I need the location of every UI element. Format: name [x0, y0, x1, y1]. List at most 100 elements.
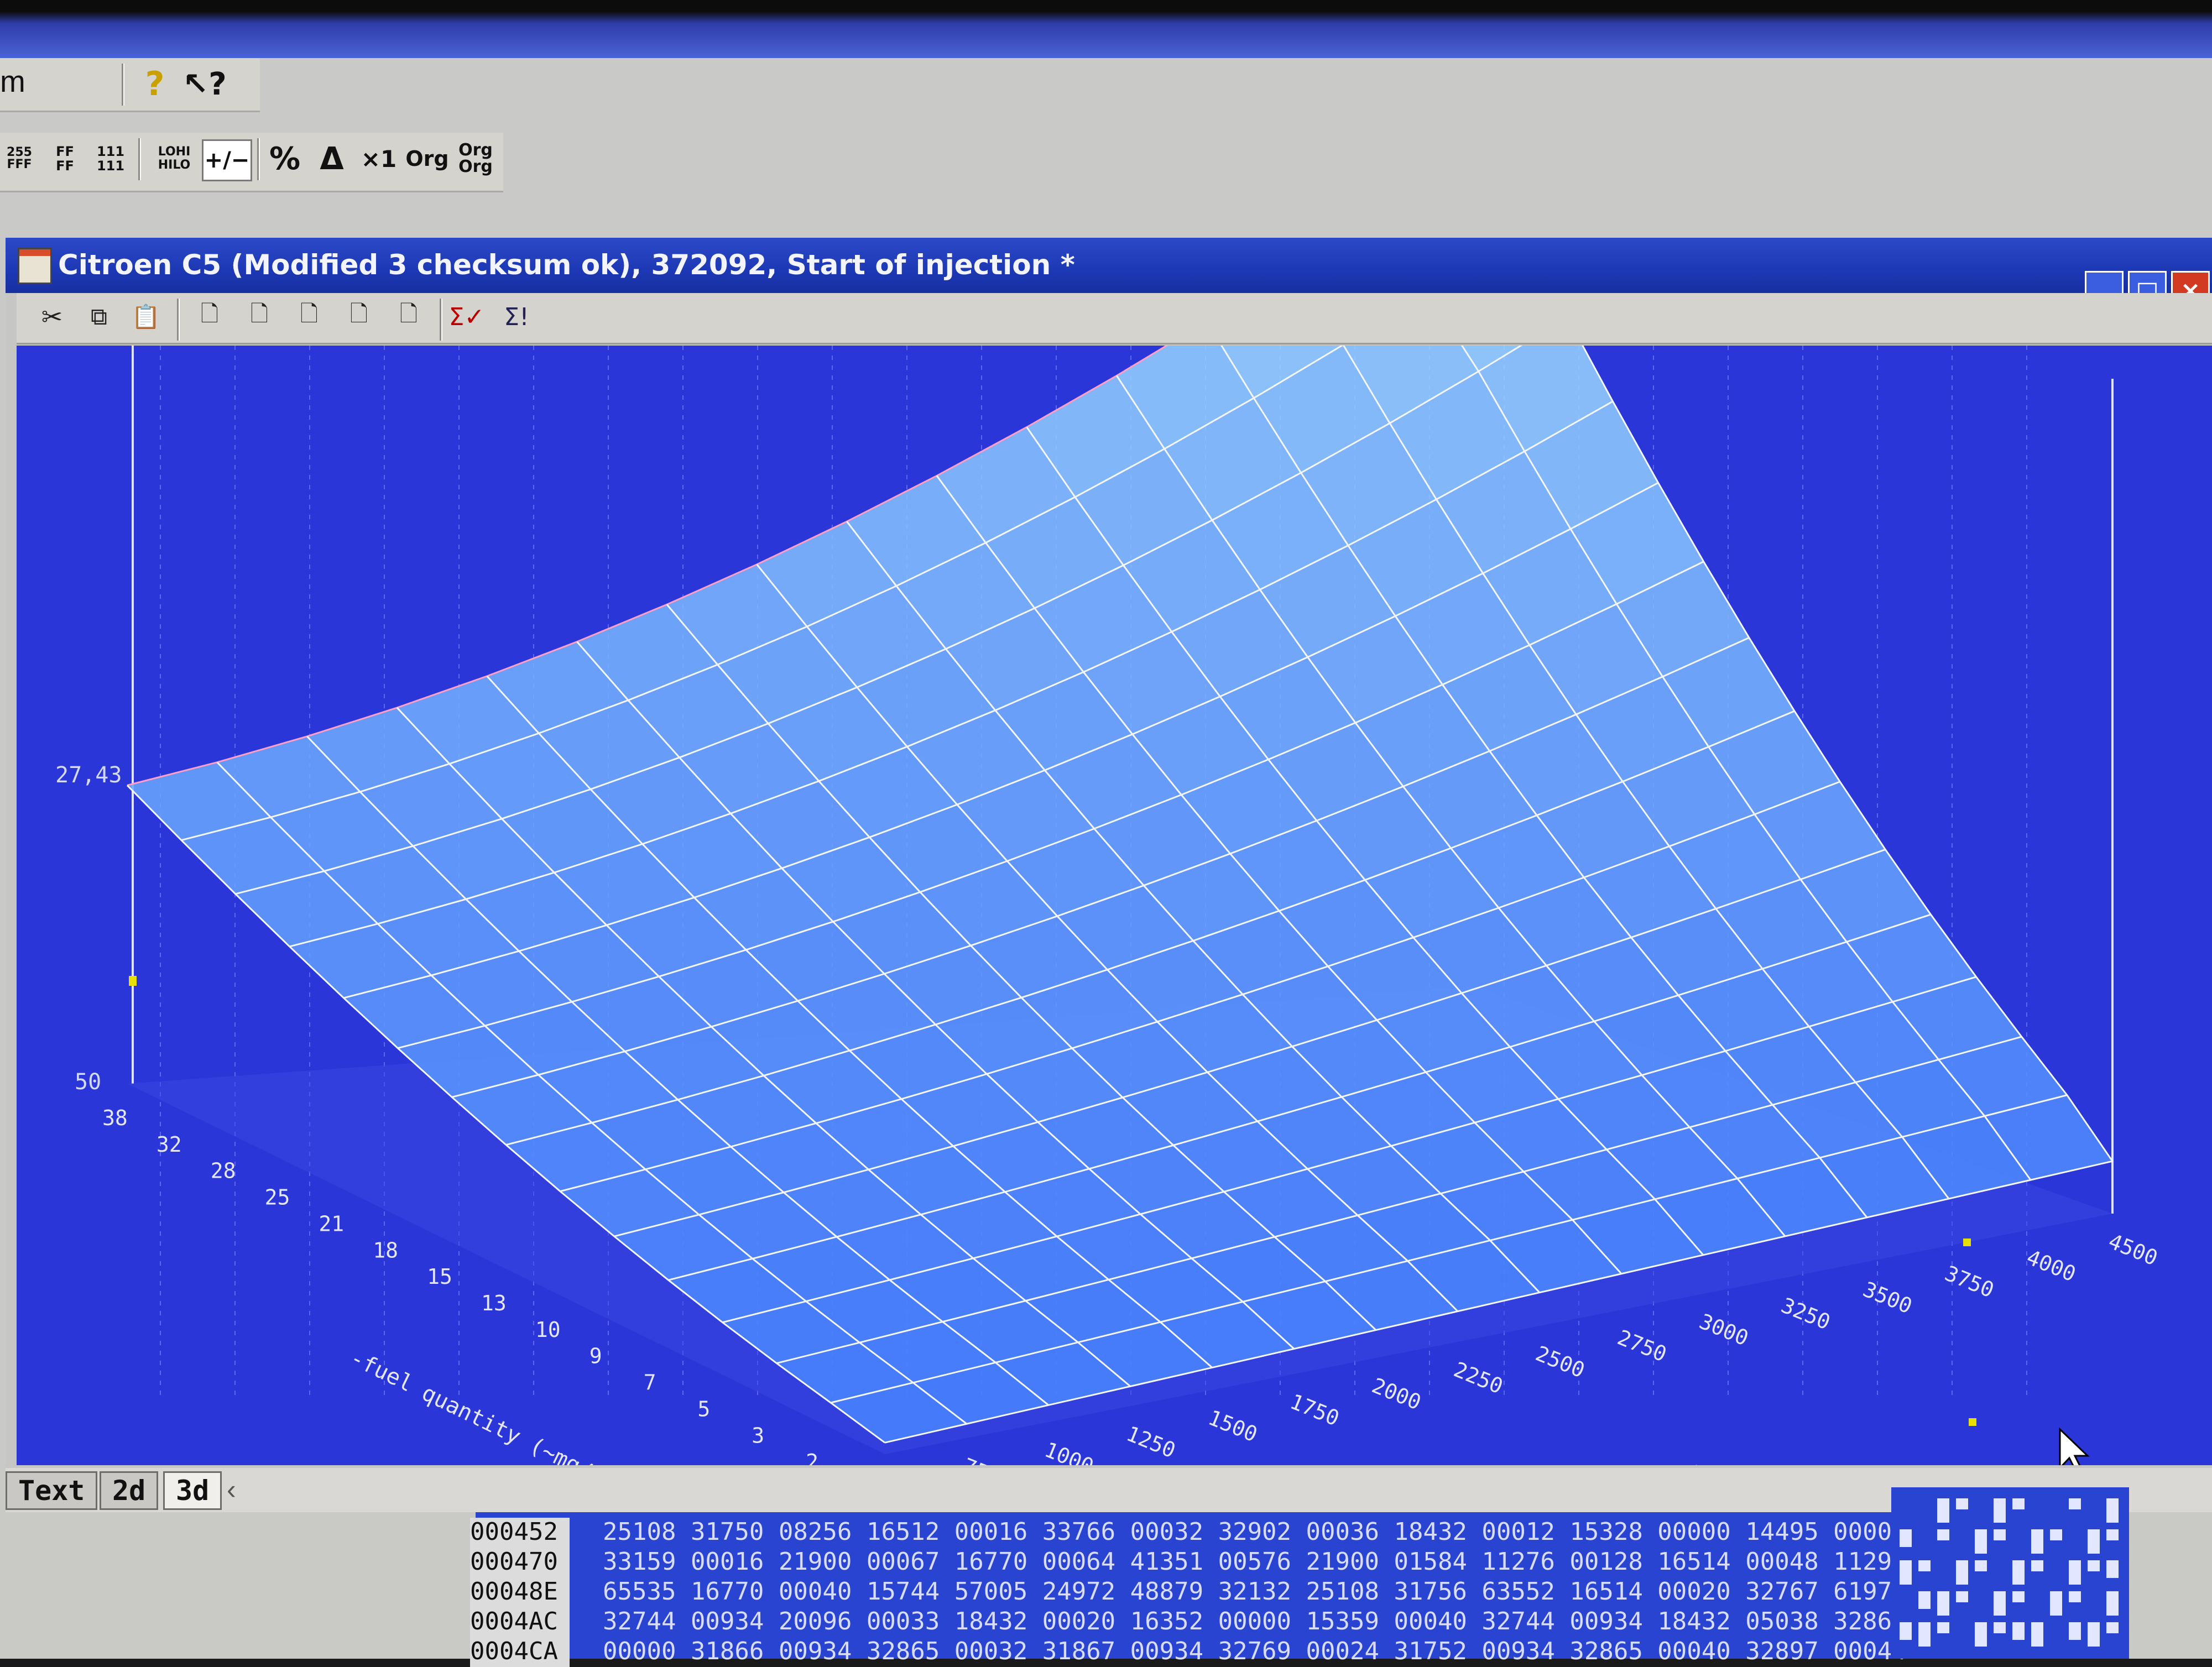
y-tick-label: 4000 [2023, 1245, 2079, 1287]
insert-icon[interactable]: 🗋 [390, 299, 427, 335]
import-icon[interactable]: 🗋 [191, 299, 228, 335]
checksum-run-icon[interactable]: Σ! [498, 299, 535, 335]
minimap-block [2050, 1529, 2062, 1540]
minimap-block [1956, 1591, 1968, 1602]
toolbar-separator [177, 299, 180, 341]
toolbar-separator [122, 64, 124, 106]
x-tick-label: 25 [265, 1185, 290, 1210]
org-button[interactable]: Org [405, 139, 448, 178]
hex-values[interactable]: 33159 00016 21900 00067 16770 00064 4135… [603, 1548, 1907, 1577]
z-max-label: 27,43 [55, 762, 122, 788]
map-window: Citroen C5 (Modified 3 checksum ok), 372… [6, 238, 2212, 1659]
paste-icon[interactable]: 📋 [127, 299, 165, 335]
y-tick-label: 3750 [1942, 1261, 1997, 1303]
y-tick-label: 3500 [1860, 1277, 1916, 1319]
minimap-block [2012, 1591, 2025, 1602]
y-tick-label: 750 [959, 1454, 1004, 1465]
minimap-block [1918, 1591, 1931, 1609]
surface-chart-area[interactable]: 27,43 50 383228252118151310975320 600750… [17, 346, 2212, 1465]
export-minus-icon[interactable]: 🗋 [241, 299, 278, 335]
copy-icon[interactable]: ⧉ [80, 299, 118, 335]
minimap-block [1975, 1622, 1987, 1647]
hex-address[interactable]: 000470 [470, 1548, 570, 1577]
y-tick-label: 3000 [1696, 1309, 1752, 1351]
y-axis-label: -Engine speed (~rpm) [1448, 1460, 1710, 1465]
map-window-toolbar: ✂ ⧉ 📋 🗋 🗋 🗋 🗋 🗋 Σ✓ Σ! [17, 293, 2212, 344]
checksum-ok-icon[interactable]: Σ✓ [448, 299, 486, 335]
surface-3d-chart[interactable]: 27,43 50 383228252118151310975320 600750… [17, 346, 2212, 1465]
map-window-titlebar[interactable]: Citroen C5 (Modified 3 checksum ok), 372… [6, 238, 2212, 293]
minimap-block [2050, 1591, 2062, 1616]
minimap-block [2069, 1591, 2081, 1602]
map-overview-thumbnail[interactable] [1891, 1487, 2129, 1659]
y-tick-label: 1500 [1205, 1405, 1261, 1447]
whats-this-help-icon[interactable]: ↖? [182, 65, 227, 103]
minimap-block [1937, 1591, 1949, 1616]
x-tick-label: 5 [697, 1397, 710, 1421]
minimap-block [2106, 1529, 2119, 1540]
decimal-hex-view-button[interactable]: 255 FFF [0, 139, 39, 178]
x-tick-label: 38 [102, 1106, 128, 1130]
minimap-block [2088, 1529, 2100, 1554]
minimap-block [1975, 1560, 1987, 1571]
percent-button[interactable]: % [265, 139, 304, 178]
minimap-block [2069, 1622, 2081, 1640]
binary-view-button[interactable]: 111 111 [91, 139, 130, 178]
hex-address[interactable]: 00048E [470, 1577, 570, 1607]
lohi-hilo-toggle-button[interactable]: LOHI HILO [152, 139, 196, 178]
hex-ff-view-button[interactable]: FF FF [47, 139, 83, 178]
view-tabs-bar: Text 2d 3d ‹ [6, 1468, 2212, 1512]
y-tick-label: 2000 [1369, 1373, 1425, 1415]
minimap-block [1994, 1591, 2006, 1616]
cut-icon[interactable]: ✂ [33, 299, 71, 335]
menu-fragment[interactable]: m [0, 64, 25, 99]
minimap-block [1937, 1622, 1949, 1633]
display-toolbar-row: 255 FFF FF FF 111 111 LOHI HILO +/− % Δ … [0, 133, 503, 192]
minimap-block [2106, 1622, 2119, 1633]
z-min-label: 50 [75, 1069, 101, 1095]
minimap-block [2106, 1591, 2119, 1616]
minimap-block [2088, 1560, 2100, 1571]
minimap-block [1994, 1529, 2006, 1540]
minimap-block [2069, 1560, 2081, 1585]
minimap-block [2106, 1560, 2119, 1578]
tab-text[interactable]: Text [6, 1471, 98, 1510]
minimap-block [2088, 1622, 2100, 1647]
x1-button[interactable]: ×1 [359, 139, 398, 178]
minimap-block [2031, 1622, 2043, 1647]
export-x-icon[interactable]: 🗋 [290, 299, 328, 335]
tab-2d[interactable]: 2d [100, 1471, 159, 1510]
minimap-block [1918, 1622, 1931, 1647]
tab-scroll-left-icon[interactable]: ‹ [227, 1473, 236, 1506]
toolbar-separator [440, 299, 442, 341]
edge-marker [1969, 1418, 1976, 1426]
delta-button[interactable]: Δ [312, 139, 351, 178]
edge-marker [1963, 1239, 1971, 1246]
hex-address[interactable]: 000452 [470, 1518, 570, 1548]
y-tick-label: 4500 [2105, 1229, 2161, 1271]
mouse-cursor [2059, 1427, 2090, 1465]
hex-values[interactable]: 32744 00934 20096 00033 18432 00020 1635… [603, 1607, 1907, 1637]
hex-address[interactable]: 0004CA [470, 1637, 570, 1667]
minimap-block [2106, 1498, 2119, 1523]
main-window-titlebar [0, 0, 2212, 58]
org-org-button[interactable]: Org Org [453, 139, 498, 178]
y-tick-label: 2750 [1614, 1325, 1670, 1367]
import-x-icon[interactable]: 🗋 [340, 299, 378, 335]
minimap-block [2069, 1498, 2081, 1509]
help-icon[interactable]: ? [135, 65, 174, 103]
tab-3d[interactable]: 3d [163, 1471, 222, 1510]
hex-address[interactable]: 0004AC [470, 1607, 570, 1637]
y-tick-label: 1750 [1287, 1389, 1343, 1431]
plus-minus-toggle-button[interactable]: +/− [202, 139, 252, 181]
hex-values[interactable]: 00000 31866 00934 32865 00032 31867 0093… [603, 1637, 1907, 1667]
minimap-block [1900, 1560, 1912, 1585]
x-tick-label: 2 [806, 1450, 818, 1465]
hex-values[interactable]: 25108 31750 08256 16512 00016 33766 0003… [603, 1518, 1907, 1548]
hex-values[interactable]: 65535 16770 00040 15744 57005 24972 4887… [603, 1577, 1907, 1607]
document-icon [18, 248, 52, 284]
window-title: Citroen C5 (Modified 3 checksum ok), 372… [58, 249, 1075, 281]
minimap-block [1937, 1529, 1949, 1540]
minimap-block [1900, 1529, 1912, 1547]
toolbar-separator [257, 138, 260, 180]
